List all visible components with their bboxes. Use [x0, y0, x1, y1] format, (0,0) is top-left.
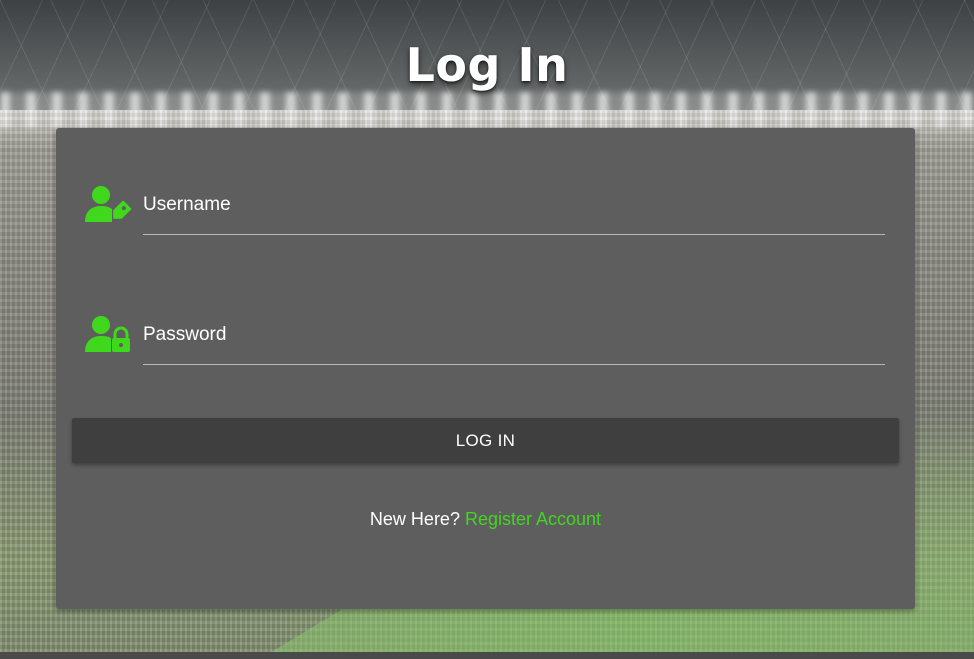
login-page: Log In Username LOG IN New Here? Registe…: [0, 0, 974, 659]
user-tag-icon: [84, 184, 134, 224]
register-prompt: New Here?: [369, 509, 460, 529]
password-input[interactable]: [143, 312, 885, 358]
register-line: New Here? Register Account: [56, 509, 915, 530]
password-input-wrap: [143, 312, 885, 365]
login-button[interactable]: LOG IN: [72, 418, 899, 463]
password-field: [84, 312, 885, 365]
username-field: [84, 182, 885, 235]
bottom-bar: [0, 652, 974, 659]
register-account-link[interactable]: Register Account: [465, 509, 601, 529]
login-card: LOG IN New Here? Register Account: [56, 128, 915, 609]
username-input-wrap: [143, 182, 885, 235]
username-input[interactable]: [143, 182, 885, 228]
user-lock-icon: [84, 314, 134, 354]
page-title: Log In: [405, 38, 569, 92]
